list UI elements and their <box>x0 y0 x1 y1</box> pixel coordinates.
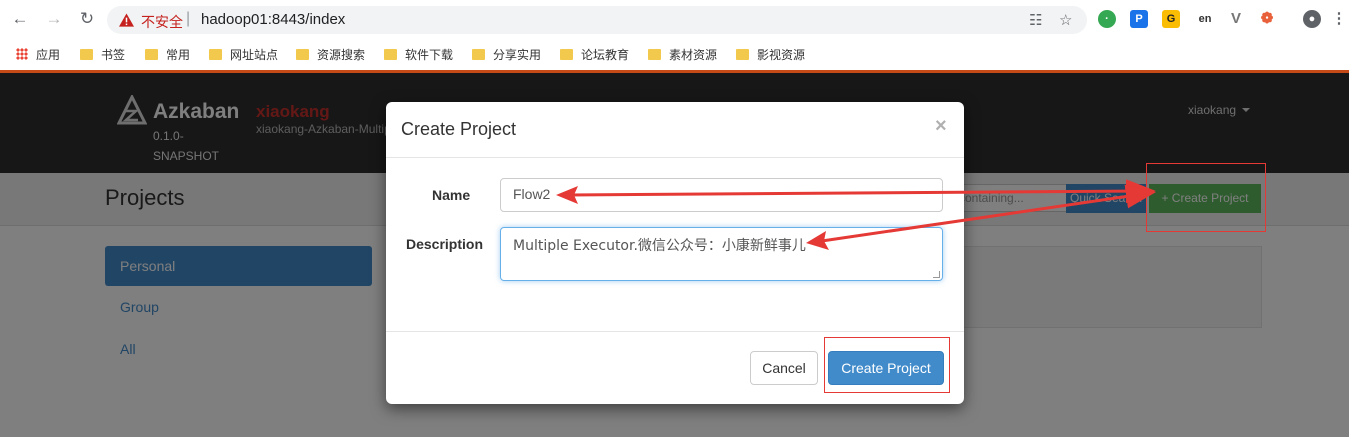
bookmark-item[interactable]: 软件下载 <box>384 46 453 63</box>
cancel-button[interactable]: Cancel <box>750 351 818 385</box>
folder-icon <box>384 49 397 60</box>
back-icon[interactable]: ← <box>10 9 30 29</box>
url-text[interactable]: hadoop01:8443/index <box>201 11 345 28</box>
bookmarks-bar: 应用 书签 常用 网址站点 资源搜索 软件下载 分享实用 论坛教育 素材资源 影… <box>0 38 1349 71</box>
folder-icon <box>80 49 93 60</box>
extension-p-icon[interactable]: P <box>1130 10 1148 28</box>
menu-kebab-icon[interactable]: ⋮ <box>1330 10 1348 28</box>
bookmark-item[interactable]: 书签 <box>80 46 125 63</box>
warning-icon <box>119 13 134 27</box>
close-icon[interactable]: × <box>935 115 947 138</box>
name-field[interactable]: Flow2 <box>500 178 943 212</box>
folder-icon <box>560 49 573 60</box>
extension-g-icon[interactable]: G <box>1162 10 1180 28</box>
bookmark-item[interactable]: 素材资源 <box>648 46 717 63</box>
apps-grid-icon <box>16 48 28 60</box>
modal-header: Create Project × <box>386 102 964 158</box>
resize-handle-icon[interactable] <box>933 271 940 278</box>
description-text: Multiple Executor.微信公众号：小康新鲜事儿 <box>513 238 806 254</box>
modal-title: Create Project <box>401 119 517 139</box>
bookmark-apps[interactable]: 应用 <box>16 46 60 63</box>
star-icon[interactable]: ☆ <box>1059 11 1072 29</box>
description-field[interactable]: Multiple Executor.微信公众号：小康新鲜事儿 <box>500 227 943 281</box>
extension-v-icon[interactable]: V <box>1227 10 1245 28</box>
folder-icon <box>296 49 309 60</box>
url-separator: | <box>186 10 191 27</box>
folder-icon <box>736 49 749 60</box>
bookmark-item[interactable]: 论坛教育 <box>560 46 629 63</box>
folder-icon <box>209 49 222 60</box>
forward-icon[interactable]: → <box>44 9 64 29</box>
annotation-box-submit <box>824 337 950 393</box>
bookmark-item[interactable]: 常用 <box>145 46 190 63</box>
reload-icon[interactable]: ↻ <box>77 9 97 29</box>
address-bar[interactable]: 不安全 | hadoop01:8443/index ☷ ☆ <box>107 6 1087 34</box>
extension-green-icon[interactable]: · <box>1098 10 1116 28</box>
folder-icon <box>648 49 661 60</box>
extension-en-icon[interactable]: en <box>1196 10 1214 28</box>
bookmark-item[interactable]: 影视资源 <box>736 46 805 63</box>
folder-icon <box>145 49 158 60</box>
browser-toolbar: ← → ↻ 不安全 | hadoop01:8443/index ☷ ☆ · P … <box>0 0 1349 38</box>
insecure-label: 不安全 <box>141 15 183 31</box>
bookmark-item[interactable]: 资源搜索 <box>296 46 365 63</box>
translate-icon[interactable]: ☷ <box>1029 11 1042 29</box>
profile-icon[interactable]: ● <box>1303 10 1321 28</box>
extension-share-icon[interactable]: ❁ <box>1258 10 1276 28</box>
annotation-box-create <box>1146 163 1266 232</box>
description-label: Description <box>406 236 484 252</box>
folder-icon <box>472 49 485 60</box>
bookmark-item[interactable]: 网址站点 <box>209 46 278 63</box>
bookmark-item[interactable]: 分享实用 <box>472 46 541 63</box>
name-label: Name <box>432 187 471 203</box>
